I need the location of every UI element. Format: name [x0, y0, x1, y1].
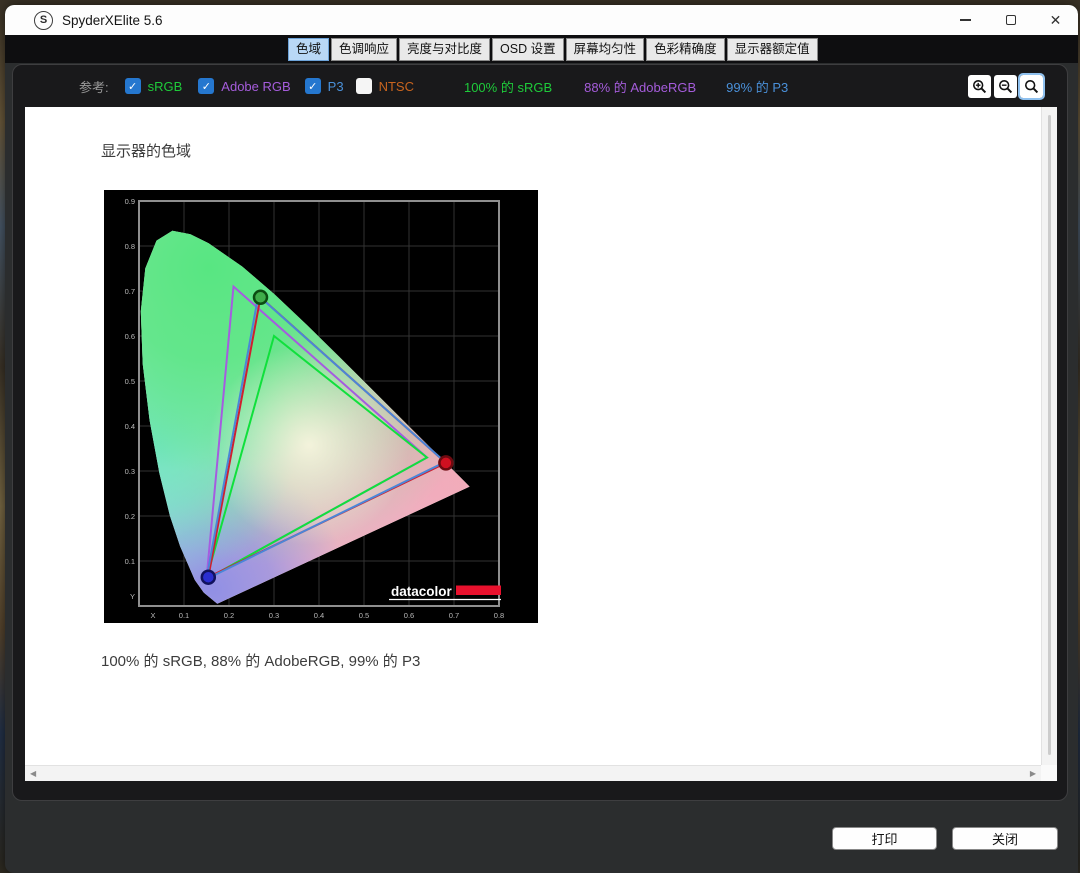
title-bar: S SpyderXElite 5.6 ✕ [5, 5, 1078, 35]
svg-text:0.9: 0.9 [125, 197, 135, 206]
horizontal-scrollbar[interactable]: ◀ ▶ [25, 765, 1041, 781]
zoom-reset-button[interactable] [1020, 75, 1043, 98]
tab-bar: 色域色调响应亮度与对比度OSD 设置屏幕均匀性色彩精确度显示器额定值 [5, 35, 1078, 63]
checkbox-NTSC[interactable] [356, 78, 372, 94]
app-logo-icon: S [34, 11, 53, 30]
minimize-button[interactable] [943, 5, 988, 35]
checkbox-label-sRGB: sRGB [148, 79, 183, 94]
svg-text:0.8: 0.8 [494, 611, 504, 620]
maximize-icon [1006, 15, 1016, 25]
zoom-reset-icon [1024, 79, 1039, 94]
checkbox-label-Adobe RGB: Adobe RGB [221, 79, 290, 94]
svg-text:0.3: 0.3 [125, 467, 135, 476]
gamut-result-caption: 100% 的 sRGB, 88% 的 AdobeRGB, 99% 的 P3 [101, 650, 420, 671]
reference-item-Adobe RGB: ✓ Adobe RGB [198, 78, 290, 94]
svg-text:0.6: 0.6 [404, 611, 414, 620]
reference-item-NTSC: NTSC [356, 78, 414, 94]
gamut-summary: 88% 的 AdobeRGB [584, 77, 696, 96]
tab-亮度与对比度[interactable]: 亮度与对比度 [399, 38, 490, 61]
chart-heading: 显示器的色域 [101, 140, 191, 161]
zoom-out-button[interactable] [994, 75, 1017, 98]
checkbox-sRGB[interactable]: ✓ [125, 78, 141, 94]
svg-text:0.2: 0.2 [125, 512, 135, 521]
print-button[interactable]: 打印 [832, 827, 937, 850]
scrollbar-corner [1041, 765, 1057, 781]
window-controls: ✕ [943, 5, 1078, 35]
scroll-left-icon[interactable]: ◀ [25, 770, 41, 778]
zoom-controls [968, 75, 1043, 98]
svg-text:0.7: 0.7 [449, 611, 459, 620]
close-button[interactable]: ✕ [1033, 5, 1078, 35]
vertical-scrollbar-thumb[interactable] [1048, 115, 1051, 755]
checkbox-Adobe RGB[interactable]: ✓ [198, 78, 214, 94]
svg-text:0.5: 0.5 [359, 611, 369, 620]
reference-toolbar: 参考: ✓ sRGB ✓ Adobe RGB ✓ P3 NTSC 100% 的 sRGB 88… [13, 65, 1067, 107]
svg-text:0.2: 0.2 [224, 611, 234, 620]
svg-text:0.3: 0.3 [269, 611, 279, 620]
svg-text:datacolor: datacolor [391, 584, 453, 599]
reference-label: 参考: [79, 77, 109, 96]
svg-text:0.4: 0.4 [314, 611, 324, 620]
checkbox-label-P3: P3 [328, 79, 344, 94]
gamut-page-panel: 参考: ✓ sRGB ✓ Adobe RGB ✓ P3 NTSC 100% 的 sRGB 88… [12, 64, 1068, 801]
tab-屏幕均匀性[interactable]: 屏幕均匀性 [566, 38, 645, 61]
svg-text:X: X [150, 611, 155, 620]
tab-色域[interactable]: 色域 [288, 38, 329, 61]
minimize-icon [960, 19, 971, 20]
svg-text:0.8: 0.8 [125, 242, 135, 251]
close-dialog-button[interactable]: 关闭 [952, 827, 1058, 850]
svg-text:0.5: 0.5 [125, 377, 135, 386]
zoom-out-icon [998, 79, 1013, 94]
checkbox-label-NTSC: NTSC [379, 79, 414, 94]
cie-chromaticity-chart: 0.1 0.2 0.3 0.4 0.5 0.6 0.7 0.8 0.9 Y X 0.1 0.2 0.3 0.… [104, 190, 538, 623]
gamut-summary: 100% 的 sRGB [464, 77, 552, 96]
zoom-in-button[interactable] [968, 75, 991, 98]
reference-item-sRGB: ✓ sRGB [125, 78, 183, 94]
svg-text:0.6: 0.6 [125, 332, 135, 341]
scroll-right-icon[interactable]: ▶ [1025, 770, 1041, 778]
reference-item-P3: ✓ P3 [305, 78, 344, 94]
checkbox-P3[interactable]: ✓ [305, 78, 321, 94]
svg-text:Y: Y [130, 592, 135, 601]
tab-显示器额定值[interactable]: 显示器额定值 [727, 38, 818, 61]
vertical-scrollbar[interactable] [1041, 107, 1057, 765]
gamut-summary: 99% 的 P3 [726, 77, 788, 96]
maximize-button[interactable] [988, 5, 1033, 35]
close-icon: ✕ [1050, 12, 1062, 29]
tab-色调响应[interactable]: 色调响应 [331, 38, 397, 61]
svg-text:0.1: 0.1 [179, 611, 189, 620]
window-title: SpyderXElite 5.6 [62, 13, 163, 28]
tab-色彩精确度[interactable]: 色彩精确度 [646, 38, 725, 61]
svg-text:0.7: 0.7 [125, 287, 135, 296]
svg-text:0.4: 0.4 [125, 422, 135, 431]
svg-text:0.1: 0.1 [125, 557, 135, 566]
zoom-in-icon [972, 79, 987, 94]
app-window: S SpyderXElite 5.6 ✕ 色域色调响应亮度与对比度OSD 设置屏… [5, 5, 1078, 873]
tab-OSD 设置[interactable]: OSD 设置 [492, 38, 564, 61]
report-content-area: 显示器的色域 0.10.20.30.40.50.60.70.80.9YX0.10… [25, 107, 1057, 781]
